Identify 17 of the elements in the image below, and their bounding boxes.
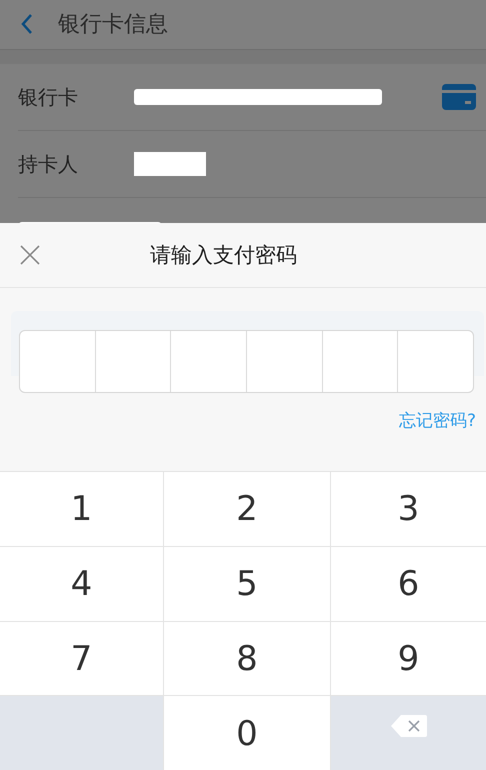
row-label: 持卡人 — [18, 150, 79, 178]
sheet-title: 请输入支付密码 — [150, 242, 297, 269]
digit-key[interactable]: 6 — [330, 546, 486, 621]
card-icon[interactable] — [442, 84, 476, 110]
back-icon[interactable] — [20, 13, 34, 36]
digit-key[interactable]: 2 — [163, 471, 330, 546]
password-field[interactable] — [19, 330, 474, 393]
digit-key[interactable]: 3 — [330, 471, 486, 546]
page-title: 银行卡信息 — [58, 11, 168, 40]
digit-key[interactable]: 8 — [163, 621, 330, 695]
redaction-block — [134, 152, 206, 176]
backspace-icon[interactable] — [390, 714, 426, 738]
close-icon[interactable] — [20, 244, 40, 265]
row-label: 银行卡 — [18, 84, 79, 111]
digit-key[interactable]: 0 — [163, 695, 330, 770]
digit-key[interactable]: 5 — [163, 546, 330, 621]
digit-key[interactable]: 9 — [330, 621, 486, 695]
